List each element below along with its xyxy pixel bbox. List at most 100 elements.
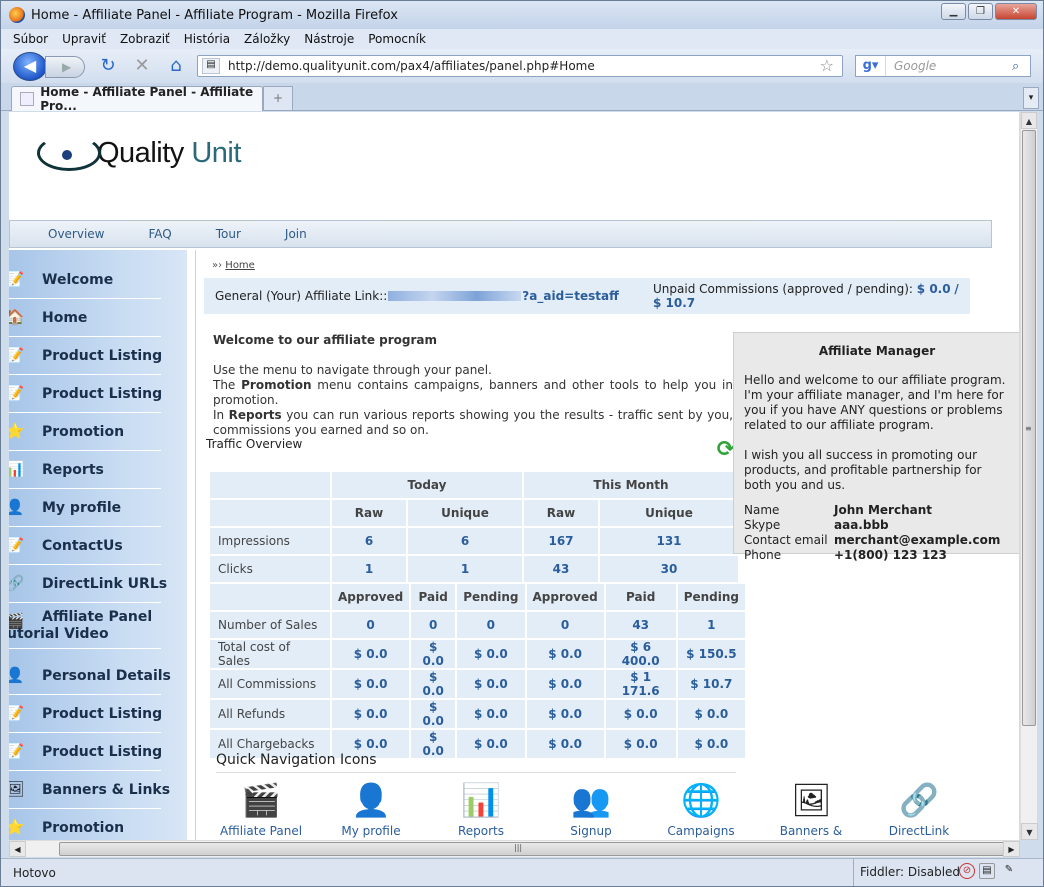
nav-faq[interactable]: FAQ bbox=[149, 227, 172, 241]
quick-nav-affiliate-panel[interactable]: 🎬 Affiliate Panel bbox=[216, 778, 306, 838]
scroll-down-icon[interactable]: ▼ bbox=[1021, 823, 1038, 840]
sidebar-item-personal-details[interactable]: 👤 Personal Details bbox=[9, 657, 171, 695]
sidebar-item-directlink-urls[interactable]: 🔗 DirectLink URLs bbox=[9, 565, 167, 603]
table-row: Impressions 6 6 167 131 bbox=[210, 528, 738, 554]
note-icon: 📝 bbox=[9, 704, 25, 722]
note-icon: 📝 bbox=[9, 384, 25, 402]
menu-help[interactable]: Pomocník bbox=[368, 32, 426, 46]
row-label: Total cost of Sales bbox=[210, 640, 330, 668]
chart-icon: 📊 bbox=[461, 781, 501, 819]
quick-nav-banners-links[interactable]: 🖼 Banners & Links bbox=[766, 778, 856, 840]
sidebar-item-my-profile[interactable]: 👤 My profile bbox=[9, 489, 161, 527]
welcome-line-1: Use the menu to navigate through your pa… bbox=[213, 363, 492, 377]
addon-icon[interactable]: ✎ bbox=[1001, 863, 1017, 879]
quick-nav-signup[interactable]: 👥 Signup bbox=[546, 778, 636, 838]
search-bar[interactable]: g▾ Google ⌕ bbox=[855, 55, 1031, 77]
new-tab-button[interactable]: + bbox=[263, 86, 293, 111]
quality-unit-logo[interactable]: Quality Unit bbox=[9, 131, 241, 175]
search-input[interactable]: Google bbox=[886, 59, 1012, 73]
sidebar-item-product-listing[interactable]: 📝 Product Listing bbox=[9, 695, 162, 733]
quick-nav-label: Banners & Links bbox=[779, 824, 843, 840]
welcome-text: Use the menu to navigate through your pa… bbox=[213, 363, 733, 438]
sidebar-item-product-listing[interactable]: 📝 Product Listing bbox=[9, 337, 162, 375]
col-approved: Approved bbox=[526, 584, 604, 610]
bookmark-star-icon[interactable]: ☆ bbox=[820, 56, 834, 75]
minimize-button[interactable]: ▁ bbox=[941, 3, 966, 20]
scroll-left-icon[interactable]: ◀ bbox=[9, 841, 26, 857]
scrollbar-thumb[interactable] bbox=[59, 842, 1009, 856]
url-bar[interactable]: ▤ http://demo.qualityunit.com/pax4/affil… bbox=[197, 55, 843, 77]
quick-nav-label: Campaigns bbox=[667, 824, 735, 838]
scroll-right-icon[interactable]: ▶ bbox=[1003, 841, 1020, 857]
vertical-scrollbar[interactable]: ▲ ≡ ▼ bbox=[1020, 112, 1038, 840]
note-icon: 📝 bbox=[9, 270, 25, 288]
back-button[interactable]: ◀ bbox=[13, 52, 47, 81]
field-label: Name bbox=[744, 503, 780, 517]
site-identity-icon[interactable]: ▤ bbox=[202, 58, 220, 74]
affiliate-link-box: General (Your) Affiliate Link:: ?a_aid=t… bbox=[204, 278, 970, 314]
sidebar-item-product-listing[interactable]: 📝 Product Listing bbox=[9, 733, 162, 771]
stop-icon[interactable]: ✕ bbox=[131, 55, 153, 77]
sidebar-item-promotion[interactable]: ⭐ Promotion bbox=[9, 809, 161, 840]
quick-nav-campaigns[interactable]: 🌐 Campaigns bbox=[656, 778, 746, 838]
unpaid-pending-value: $ 10.7 bbox=[653, 296, 696, 310]
table-cell: $ 0.0 bbox=[677, 730, 745, 758]
menu-edit[interactable]: Upraviť bbox=[62, 32, 106, 46]
sidebar-item-affiliate-panel-video[interactable]: 🎬 Affiliate Panel utorial Video bbox=[9, 603, 161, 649]
quick-nav-directlink-urls[interactable]: 🔗 DirectLink URLs bbox=[874, 778, 964, 840]
page-icon[interactable]: ▤ bbox=[979, 863, 995, 879]
sidebar-item-welcome[interactable]: 📝 Welcome bbox=[9, 261, 161, 299]
breadcrumb-home-link[interactable]: Home bbox=[225, 260, 255, 271]
star-icon: ⭐ bbox=[9, 818, 25, 836]
menu-view[interactable]: Zobraziť bbox=[120, 32, 170, 46]
quick-nav-my-profile[interactable]: 👤 My profile bbox=[326, 778, 416, 838]
note-icon: 📝 bbox=[9, 536, 25, 554]
table-cell: $ 0.0 bbox=[411, 730, 456, 758]
menu-file[interactable]: Súbor bbox=[13, 32, 48, 46]
sidebar-item-promotion[interactable]: ⭐ Promotion bbox=[9, 413, 161, 451]
sidebar-item-product-listing[interactable]: 📝 Product Listing bbox=[9, 375, 162, 413]
person-icon: 👤 bbox=[9, 498, 25, 516]
forward-button[interactable]: ▶ bbox=[45, 56, 85, 78]
menu-tools[interactable]: Nástroje bbox=[304, 32, 354, 46]
field-value: aaa.bbb bbox=[834, 518, 889, 532]
table-cell: $ 150.5 bbox=[677, 640, 745, 668]
search-engine-icon[interactable]: g▾ bbox=[856, 56, 886, 76]
sidebar-item-home[interactable]: 🏠 Home bbox=[9, 299, 161, 337]
affiliate-link-suffix[interactable]: ?a_aid=testaff bbox=[522, 289, 619, 303]
field-label: Phone bbox=[744, 548, 782, 562]
nav-tour[interactable]: Tour bbox=[216, 227, 241, 241]
home-icon: 🏠 bbox=[9, 308, 25, 326]
table-cell: $ 0.0 bbox=[677, 700, 745, 728]
tab-list-button[interactable]: ▾ bbox=[1023, 87, 1039, 109]
fiddler-status[interactable]: Fiddler: Disabled bbox=[853, 859, 960, 886]
close-button[interactable]: ✕ bbox=[995, 3, 1037, 20]
nav-join[interactable]: Join bbox=[285, 227, 307, 241]
sidebar-item-banners-links[interactable]: 🖼 Banners & Links bbox=[9, 771, 170, 809]
traffic-overview-title: Traffic Overview bbox=[206, 437, 303, 451]
search-icon[interactable]: ⌕ bbox=[1012, 59, 1030, 74]
scroll-up-icon[interactable]: ▲ bbox=[1021, 112, 1037, 129]
row-label: All Commissions bbox=[210, 670, 330, 698]
menu-history[interactable]: História bbox=[184, 32, 230, 46]
quick-nav-title: Quick Navigation Icons bbox=[216, 752, 377, 768]
quick-nav-reports[interactable]: 📊 Reports bbox=[436, 778, 526, 838]
person-edit-icon: 👤 bbox=[9, 666, 25, 684]
page-viewport: Quality Unit Overview FAQ Tour Join 📝 Wel… bbox=[9, 112, 1019, 840]
horizontal-scrollbar[interactable]: ◀ ||| ▶ bbox=[9, 840, 1020, 857]
tab-home[interactable]: Home - Affiliate Panel - Affiliate Pro..… bbox=[11, 85, 263, 113]
sidebar-item-contactus[interactable]: 📝 ContactUs bbox=[9, 527, 161, 565]
block-icon[interactable]: ⊘ bbox=[959, 863, 975, 879]
nav-overview[interactable]: Overview bbox=[48, 227, 105, 241]
table-cell: 30 bbox=[600, 556, 738, 582]
home-icon[interactable]: ⌂ bbox=[165, 55, 187, 77]
reload-icon[interactable]: ↻ bbox=[97, 55, 119, 77]
sidebar-item-reports[interactable]: 📊 Reports bbox=[9, 451, 161, 489]
logo-eye-icon bbox=[37, 135, 101, 171]
menu-bookmarks[interactable]: Záložky bbox=[244, 32, 290, 46]
table-cell: $ 10.7 bbox=[677, 670, 745, 698]
table-cell: $ 0.0 bbox=[457, 670, 525, 698]
maximize-button[interactable]: ❐ bbox=[968, 3, 993, 20]
table-cell: $ 6 400.0 bbox=[605, 640, 676, 668]
welcome-line-3-a: In bbox=[213, 408, 229, 422]
